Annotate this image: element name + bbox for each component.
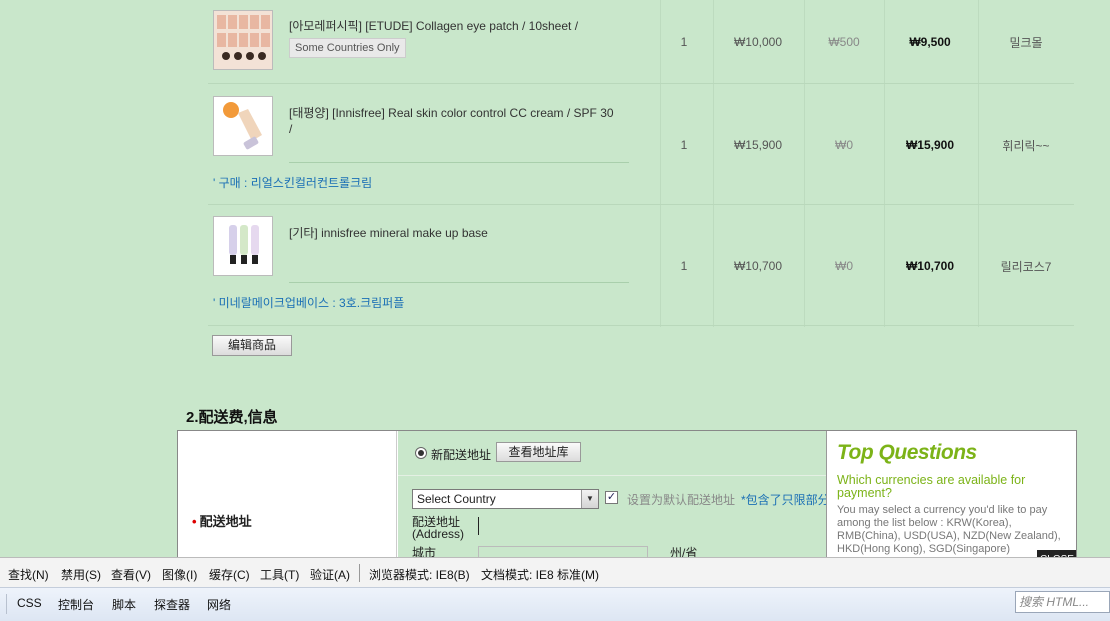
quantity: 1 xyxy=(680,138,688,152)
tab-console[interactable]: 控制台 xyxy=(58,596,94,613)
country-select[interactable]: Select Country ▼ xyxy=(412,489,599,509)
product-name-text[interactable]: [아모레퍼시픽] [ETUDE] Collagen eye patch / 10… xyxy=(289,19,578,33)
product-thumbnail[interactable] xyxy=(213,96,273,156)
shipping-panel: • 配送地址 新配送地址 查看地址库 Select Country ▼ ✓ 设置为… xyxy=(177,430,1077,570)
menu-separator xyxy=(359,564,360,582)
product-thumbnail[interactable] xyxy=(213,10,273,70)
faq-answer: You may select a currency you'd like to … xyxy=(837,504,1061,555)
option-divider xyxy=(289,162,629,163)
devtools-tabbar: CSS 控制台 脚本 探查器 网络 搜索 HTML... xyxy=(0,587,1110,621)
cart-row: [태평양] [Innisfree] Real skin color contro… xyxy=(208,84,1074,205)
product-name[interactable]: [기타] innisfree mineral make up base xyxy=(289,225,619,241)
discount: ₩500 xyxy=(828,35,860,49)
faq-title: Top Questions xyxy=(837,441,977,464)
default-address-label: 设置为默认配送地址 xyxy=(627,493,736,507)
seller-name[interactable]: 릴리코스7 xyxy=(976,258,1076,275)
new-address-label[interactable]: 新配送地址 xyxy=(431,446,491,463)
section-title: 2.配送费,信息 xyxy=(186,409,278,426)
availability-badge: Some Countries Only xyxy=(289,38,406,58)
menu-cache[interactable]: 缓存(C) xyxy=(209,566,250,583)
product-option: ' 구매 : 리얼스킨컬러컨트롤크림 xyxy=(213,176,373,190)
menu-images[interactable]: 图像(I) xyxy=(162,566,197,583)
product-name[interactable]: [태평양] [Innisfree] Real skin color contro… xyxy=(289,105,619,137)
seller-name[interactable]: 휘리릭~~ xyxy=(976,137,1076,154)
top-questions-panel: Top Questions Which currencies are avail… xyxy=(826,431,1076,569)
option-divider xyxy=(289,282,629,283)
unit-price: ₩15,900 xyxy=(733,138,783,152)
line-total: ₩10,700 xyxy=(905,259,955,273)
quantity: 1 xyxy=(680,35,688,49)
line-total: ₩15,900 xyxy=(905,138,955,152)
shipping-address-label: • 配送地址 xyxy=(192,511,252,530)
unit-price: ₩10,000 xyxy=(733,35,783,49)
menu-tools[interactable]: 工具(T) xyxy=(260,566,299,583)
address-label: 配送地址 (Address) xyxy=(412,516,464,540)
cart-row: [기타] innisfree mineral make up base ' 미네… xyxy=(208,205,1074,326)
shipping-label-column: • 配送地址 xyxy=(178,431,397,569)
new-address-radio[interactable] xyxy=(415,447,427,459)
tab-network[interactable]: 网络 xyxy=(207,596,231,613)
unit-price: ₩10,700 xyxy=(733,259,783,273)
devtools-menubar: 查找(N) 禁用(S) 查看(V) 图像(I) 缓存(C) 工具(T) 验证(A… xyxy=(0,557,1110,587)
tab-script[interactable]: 脚本 xyxy=(112,596,136,613)
menu-view[interactable]: 查看(V) xyxy=(111,566,151,583)
form-divider xyxy=(398,475,828,476)
search-html-input[interactable]: 搜索 HTML... xyxy=(1015,591,1110,613)
product-option: ' 미네랄메이크업베이스 : 3호.크림퍼플 xyxy=(213,296,405,310)
product-thumbnail[interactable] xyxy=(213,216,273,276)
shipping-address-label-text: 配送地址 xyxy=(199,514,252,529)
menu-disable[interactable]: 禁用(S) xyxy=(61,566,101,583)
seller-name[interactable]: 밀크몰 xyxy=(976,34,1076,51)
default-address-checkbox[interactable]: ✓ xyxy=(605,491,618,504)
tab-css[interactable]: CSS xyxy=(17,596,42,610)
cart-row: [아모레퍼시픽] [ETUDE] Collagen eye patch / 10… xyxy=(208,0,1074,84)
address-label-en: (Address) xyxy=(412,527,465,541)
faq-question[interactable]: Which currencies are available for payme… xyxy=(837,474,1072,500)
developer-tools: 查找(N) 禁用(S) 查看(V) 图像(I) 缓存(C) 工具(T) 验证(A… xyxy=(0,557,1110,621)
tab-edge xyxy=(6,594,7,614)
chevron-down-icon[interactable]: ▼ xyxy=(581,490,598,508)
line-total: ₩9,500 xyxy=(909,35,951,49)
edit-items-button[interactable]: 编辑商品 xyxy=(212,335,292,356)
address-input[interactable] xyxy=(478,517,838,535)
required-mark: • xyxy=(192,514,197,529)
menu-document-mode[interactable]: 文档模式: IE8 标准(M) xyxy=(481,566,599,583)
shipping-form: 新配送地址 查看地址库 Select Country ▼ ✓ 设置为默认配送地址… xyxy=(398,431,842,569)
quantity: 1 xyxy=(680,259,688,273)
menu-browser-mode[interactable]: 浏览器模式: IE8(B) xyxy=(369,566,470,583)
tab-profiler[interactable]: 探查器 xyxy=(154,596,190,613)
address-book-button[interactable]: 查看地址库 xyxy=(496,442,581,462)
menu-find[interactable]: 查找(N) xyxy=(8,566,49,583)
menu-validate[interactable]: 验证(A) xyxy=(310,566,350,583)
discount: ₩0 xyxy=(835,138,853,152)
discount: ₩0 xyxy=(835,259,853,273)
product-name[interactable]: [아모레퍼시픽] [ETUDE] Collagen eye patch / 10… xyxy=(289,18,619,58)
country-select-value: Select Country xyxy=(417,492,496,506)
